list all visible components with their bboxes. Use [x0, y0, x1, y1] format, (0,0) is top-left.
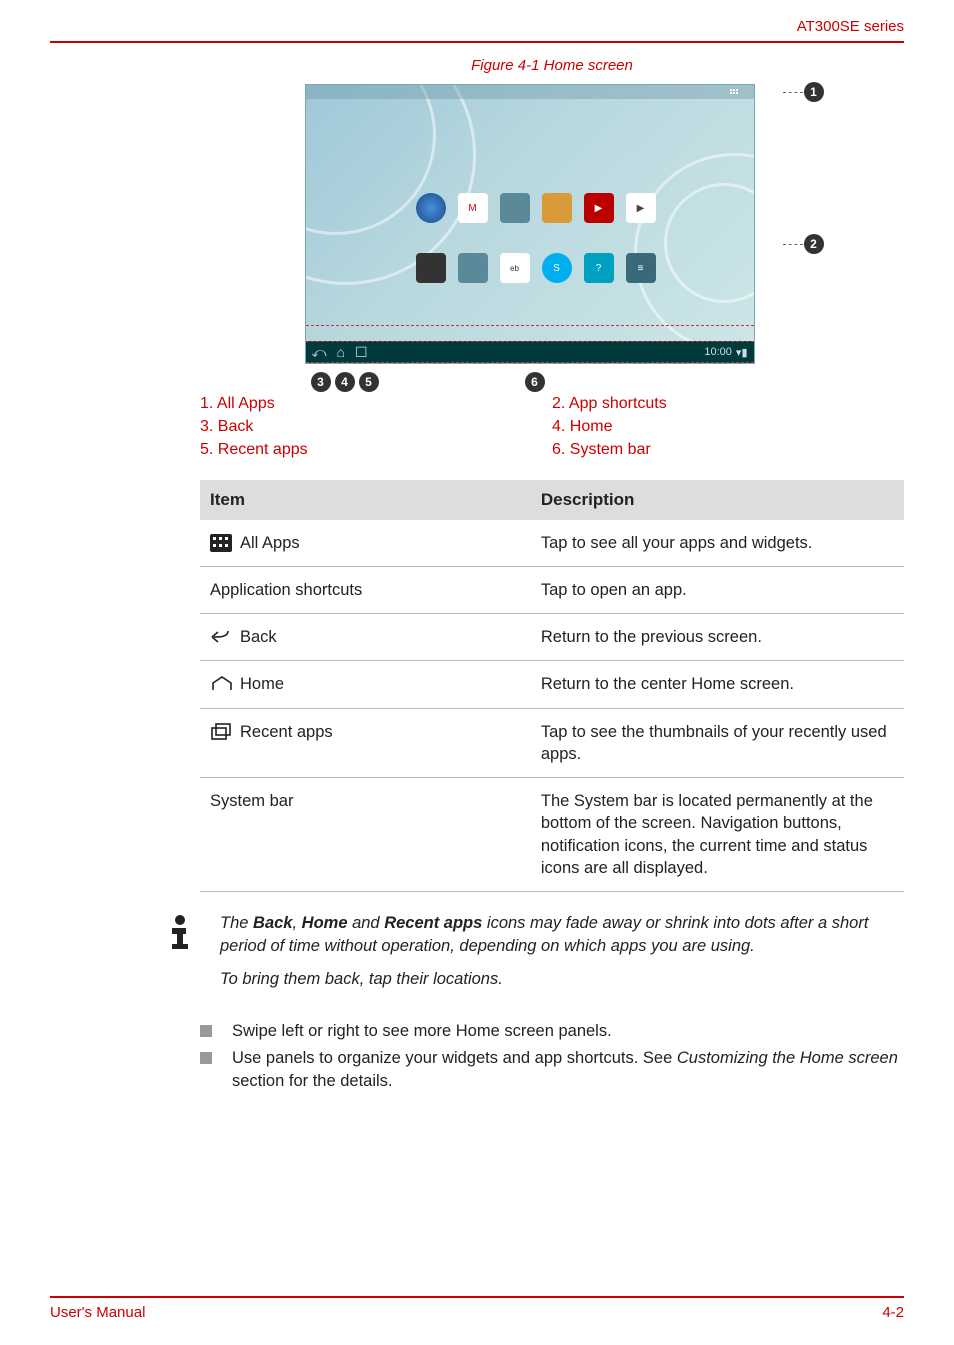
note-text: The	[220, 914, 253, 932]
item-label: Back	[240, 626, 277, 648]
item-desc: Tap to see all your apps and widgets.	[531, 520, 904, 567]
app-shortcut-row: eb S ? ≡	[416, 253, 656, 283]
table-row: Recent apps Tap to see the thumbnails of…	[200, 708, 904, 778]
legend-col: 1. All Apps 3. Back 5. Recent apps	[200, 392, 552, 462]
item-label: System bar	[200, 778, 531, 892]
app-shortcut: ≡	[626, 253, 656, 283]
col-item: Item	[200, 480, 531, 520]
app-shortcut: ?	[584, 253, 614, 283]
item-label: All Apps	[240, 532, 300, 554]
app-shortcut	[416, 253, 446, 283]
note-block: The Back, Home and Recent apps icons may…	[200, 892, 904, 991]
bullet-list: Swipe left or right to see more Home scr…	[200, 992, 904, 1093]
footer-left: User's Manual	[50, 1304, 145, 1321]
legend-item: 6. System bar	[552, 438, 904, 461]
table-header-row: Item Description	[200, 480, 904, 520]
figure-legend: 1. All Apps 3. Back 5. Recent apps 2. Ap…	[200, 374, 904, 476]
legend-item: 1. All Apps	[200, 392, 552, 415]
item-desc: Return to the previous screen.	[531, 614, 904, 661]
recent-icon: ☐	[355, 344, 368, 361]
bullet-text: Use panels to organize your widgets and …	[232, 1047, 904, 1093]
callout-line	[783, 92, 803, 93]
home-icon	[210, 675, 232, 693]
home-top-bar	[306, 85, 754, 99]
list-item: Use panels to organize your widgets and …	[200, 1047, 904, 1093]
items-table: Item Description All Apps Tap to see all…	[200, 480, 904, 893]
app-shortcut	[416, 193, 446, 223]
app-shortcut: S	[542, 253, 572, 283]
callout-line	[783, 244, 803, 245]
table-row: All Apps Tap to see all your apps and wi…	[200, 520, 904, 567]
system-bar: ⤺ ⌂ ☐ 10:00 ▾▮	[306, 341, 754, 363]
note-bold: Home	[302, 914, 348, 932]
table-row: Home Return to the center Home screen.	[200, 661, 904, 708]
callout-4: 4	[335, 372, 355, 392]
legend-item: 4. Home	[552, 415, 904, 438]
app-shortcut: ▶	[584, 193, 614, 223]
status-area: 10:00 ▾▮	[704, 346, 747, 359]
list-item: Swipe left or right to see more Home scr…	[200, 1020, 904, 1043]
legend-col: 2. App shortcuts 4. Home 6. System bar	[552, 392, 904, 462]
wifi-icon: ▾▮	[736, 346, 748, 359]
app-shortcut	[500, 193, 530, 223]
note-bold: Recent apps	[384, 914, 482, 932]
app-shortcut: ▶	[626, 193, 656, 223]
app-shortcut: eb	[500, 253, 530, 283]
item-label: Recent apps	[240, 721, 333, 743]
item-label: Application shortcuts	[200, 566, 531, 613]
note-text: ,	[292, 914, 301, 932]
col-description: Description	[531, 480, 904, 520]
callout-1: 1	[804, 82, 824, 102]
note-text: and	[348, 914, 385, 932]
table-row: Application shortcuts Tap to open an app…	[200, 566, 904, 613]
callout-6: 6	[525, 372, 545, 392]
figure-caption: Figure 4-1 Home screen	[200, 43, 904, 84]
recent-apps-icon	[210, 723, 232, 741]
note-bold: Back	[253, 914, 292, 932]
nav-buttons: ⤺ ⌂ ☐	[312, 344, 368, 361]
bullet-span: Use panels to organize your widgets and …	[232, 1049, 677, 1067]
table-row: Back Return to the previous screen.	[200, 614, 904, 661]
callout-5: 5	[359, 372, 379, 392]
legend-item: 3. Back	[200, 415, 552, 438]
callout-3: 3	[311, 372, 331, 392]
page-header: AT300SE series	[0, 0, 954, 41]
page-footer: User's Manual 4-2	[50, 1296, 904, 1321]
app-shortcut-row: M ▶ ▶	[416, 193, 656, 223]
legend-item: 2. App shortcuts	[552, 392, 904, 415]
all-apps-icon	[730, 89, 748, 99]
callout-dash	[306, 325, 754, 326]
link-customizing-home[interactable]: Customizing the Home screen	[677, 1049, 898, 1067]
note-paragraph: To bring them back, tap their locations.	[220, 958, 904, 991]
all-apps-icon	[210, 534, 232, 552]
callout-row: 3 4 5	[311, 372, 379, 392]
item-desc: Tap to open an app.	[531, 566, 904, 613]
app-shortcut	[542, 193, 572, 223]
callout-row: 6	[525, 372, 545, 392]
legend-item: 5. Recent apps	[200, 438, 552, 461]
item-desc: The System bar is located permanently at…	[531, 778, 904, 892]
back-icon	[210, 628, 232, 646]
home-screen-figure: M ▶ ▶ eb S ? ≡ ⤺ ⌂ ☐	[305, 84, 800, 364]
bullet-icon	[200, 1025, 212, 1037]
callout-2: 2	[804, 234, 824, 254]
item-desc: Return to the center Home screen.	[531, 661, 904, 708]
bullet-span: section for the details.	[232, 1072, 393, 1090]
item-desc: Tap to see the thumbnails of your recent…	[531, 708, 904, 778]
footer-page: 4-2	[882, 1304, 904, 1321]
bullet-text: Swipe left or right to see more Home scr…	[232, 1020, 612, 1043]
page-content: Figure 4-1 Home screen M ▶ ▶ eb S ?	[0, 43, 954, 1093]
note-paragraph: The Back, Home and Recent apps icons may…	[220, 912, 904, 958]
app-shortcut	[458, 253, 488, 283]
back-icon: ⤺	[312, 344, 327, 361]
bullet-icon	[200, 1052, 212, 1064]
clock: 10:00	[704, 346, 732, 358]
app-shortcut: M	[458, 193, 488, 223]
home-icon: ⌂	[336, 344, 344, 361]
table-row: System bar The System bar is located per…	[200, 778, 904, 892]
home-screen-image: M ▶ ▶ eb S ? ≡ ⤺ ⌂ ☐	[305, 84, 755, 364]
footer-rule	[50, 1296, 904, 1298]
info-icon	[160, 912, 204, 957]
item-label: Home	[240, 673, 284, 695]
